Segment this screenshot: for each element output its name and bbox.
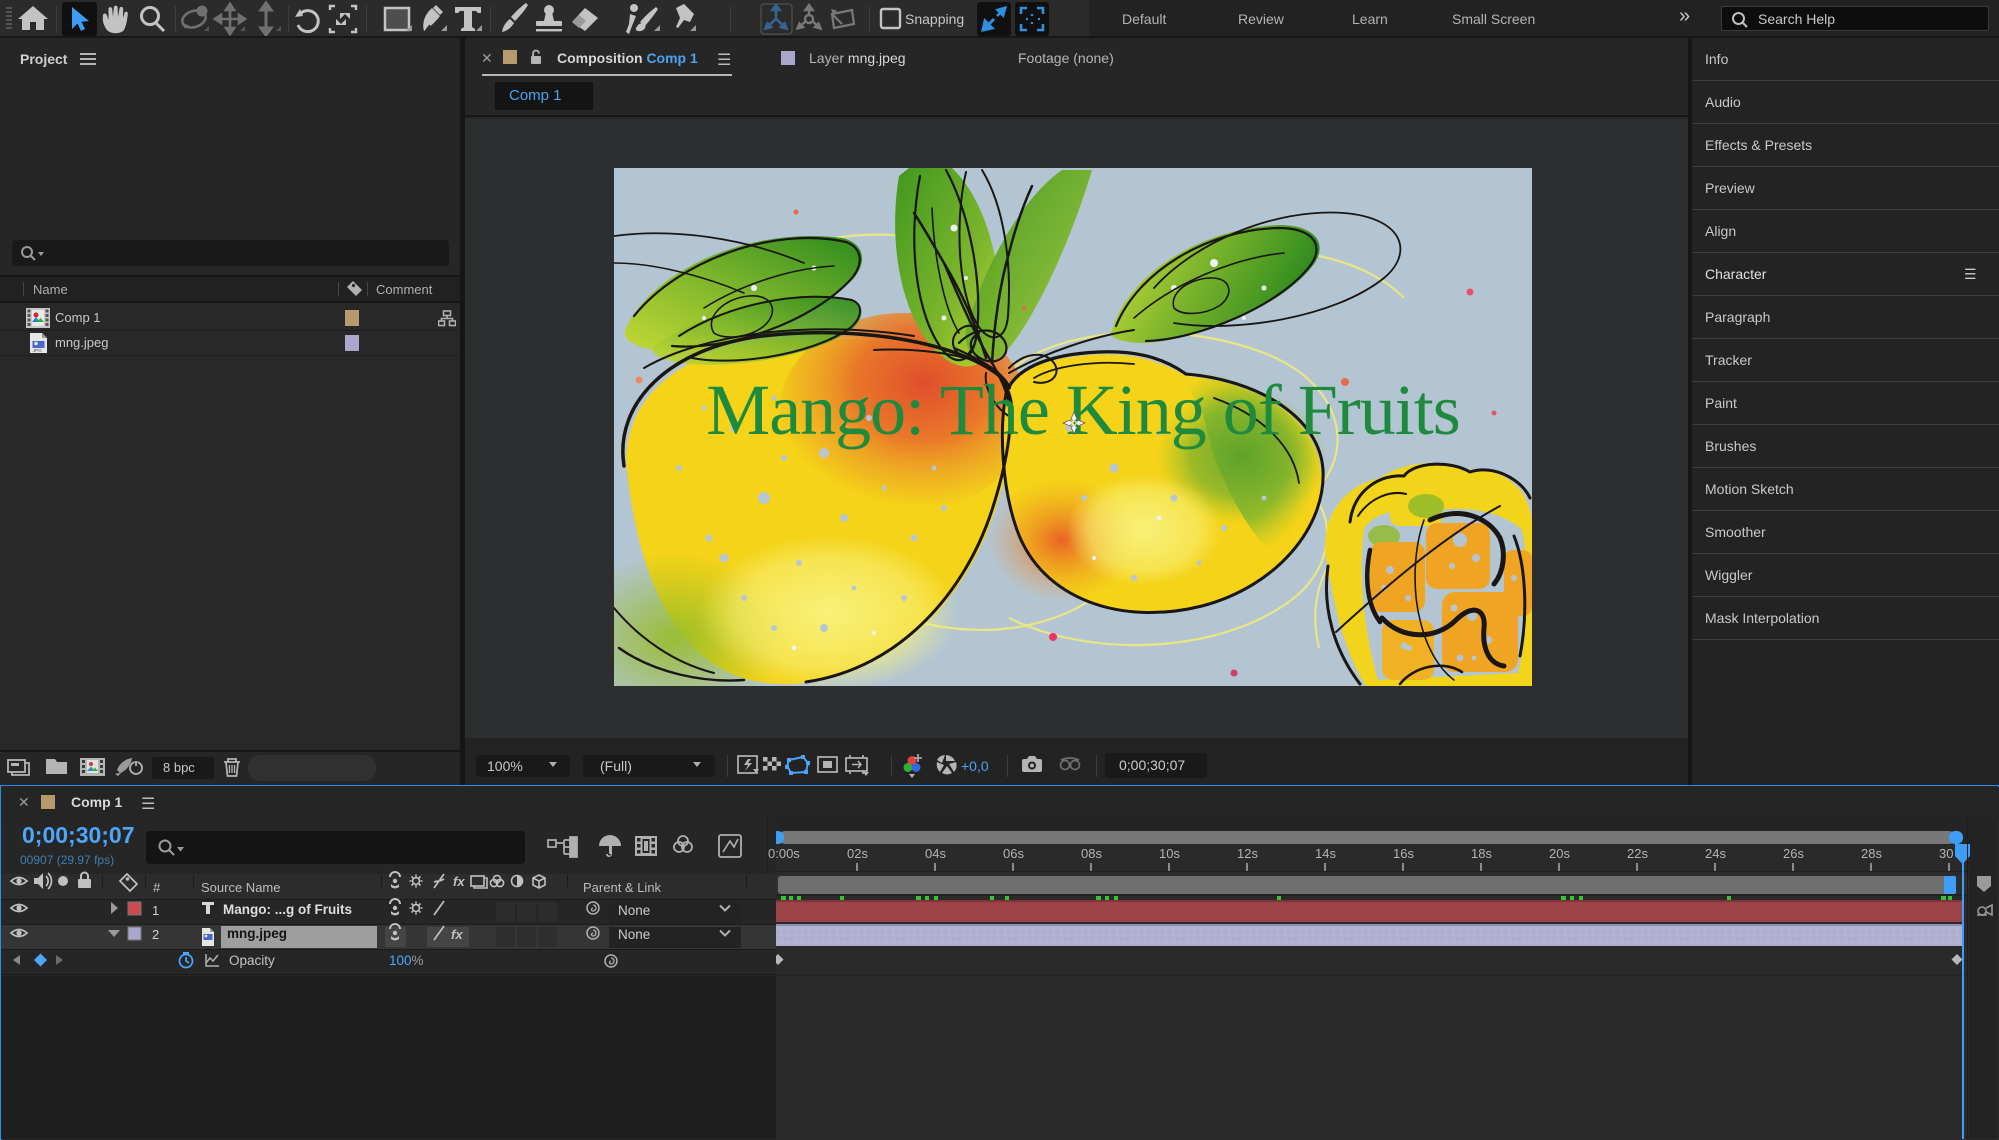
svg-text:0;00;30;07: 0;00;30;07 [1119,757,1185,773]
svg-text:JPG: JPG [33,348,42,353]
svg-text:8 bpc: 8 bpc [163,760,195,775]
svg-text:(Full): (Full) [600,758,632,774]
svg-text:Mango: The King of Fruits: Mango: The King of Fruits [706,370,1460,450]
svg-text:fx: fx [451,927,463,942]
svg-text:fx: fx [453,874,465,889]
svg-text:+0,0: +0,0 [961,758,989,774]
svg-text:100%: 100% [487,758,523,774]
